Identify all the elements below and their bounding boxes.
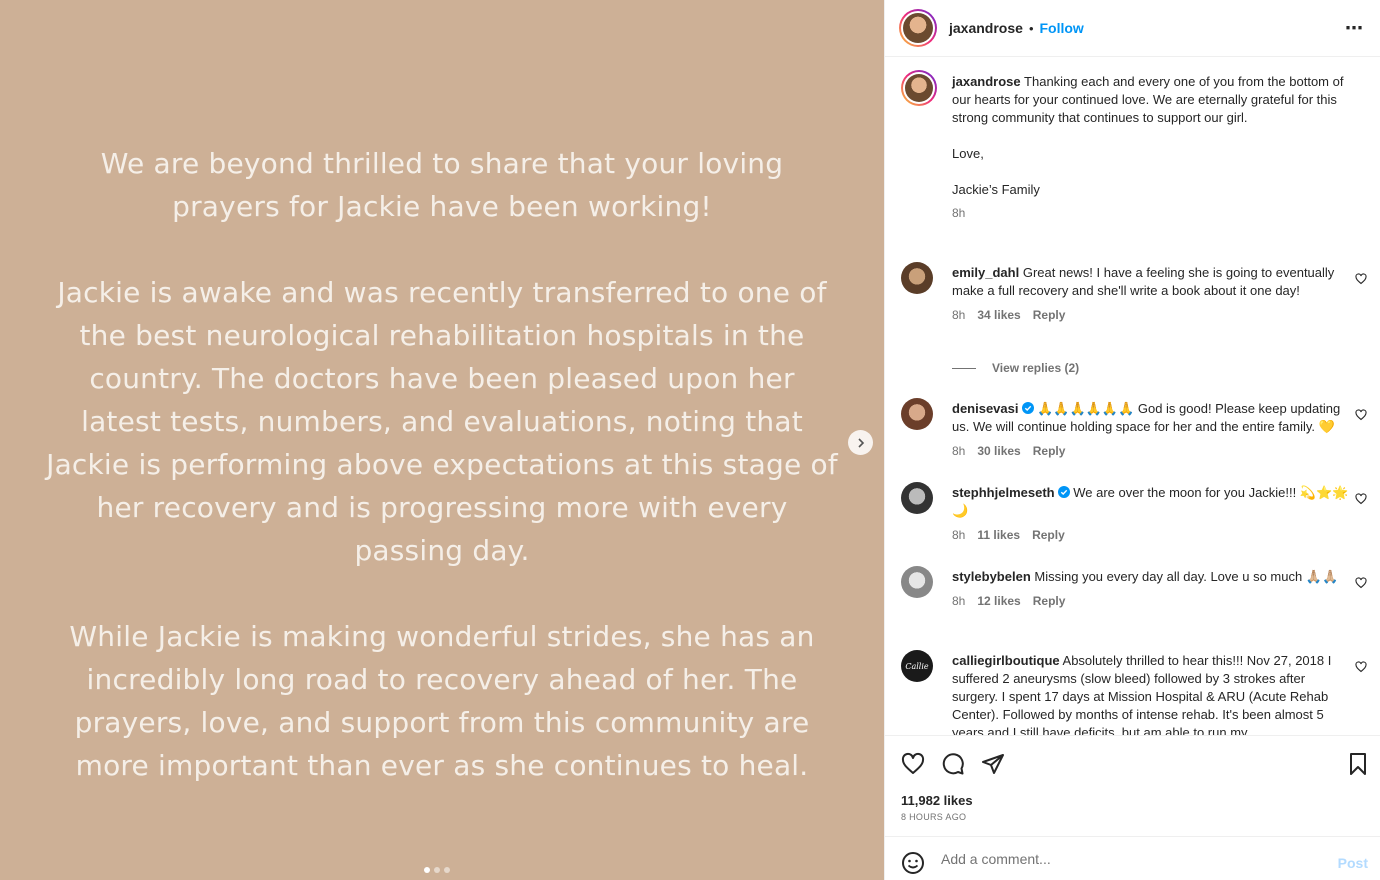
verified-badge-icon: [1057, 486, 1070, 498]
comment-bar: Post: [885, 836, 1380, 880]
image-text-line: Jackie is awake and was recently transfe…: [57, 276, 827, 309]
post-side-panel: jaxandrose • Follow ⋯ jaxandrose Thankin…: [884, 0, 1380, 880]
post-actions: 11,982 likes 8 HOURS AGO: [885, 735, 1380, 836]
bookmark-icon[interactable]: [1346, 752, 1370, 776]
comment-input[interactable]: [941, 849, 1321, 869]
likes-count[interactable]: 11,982 likes: [901, 793, 973, 808]
more-options-icon[interactable]: ⋯: [1345, 18, 1364, 39]
avatar[interactable]: [901, 262, 933, 294]
view-replies-label: View replies (2): [992, 361, 1080, 375]
image-text-line: prayers, love, and support from this com…: [74, 706, 810, 739]
carousel-dot: [444, 867, 450, 873]
like-comment-icon[interactable]: [1355, 661, 1367, 673]
avatar[interactable]: [901, 70, 937, 106]
image-text-line: country. The doctors have been pleased u…: [89, 362, 795, 395]
post-header: jaxandrose • Follow ⋯: [885, 0, 1380, 57]
post-image[interactable]: We are beyond thrilled to share that you…: [0, 0, 884, 880]
comment-username[interactable]: stephhjelmeseth: [952, 485, 1055, 500]
image-text-line: prayers for Jackie have been working!: [172, 190, 712, 223]
comment-time: 8h: [952, 444, 966, 458]
image-text-line: passing day.: [354, 534, 530, 567]
image-paragraph-2: Jackie is awake and was recently transfe…: [0, 271, 884, 572]
comment-username[interactable]: emily_dahl: [952, 265, 1019, 280]
image-paragraph-3: While Jackie is making wonderful strides…: [0, 615, 884, 787]
image-text-line: Jackie is performing above expectations …: [46, 448, 838, 481]
avatar[interactable]: [901, 482, 933, 514]
emoji-icon[interactable]: [901, 851, 925, 875]
comment-time: 8h: [952, 528, 966, 542]
header-username[interactable]: jaxandrose: [949, 20, 1023, 36]
post-comment-button[interactable]: Post: [1338, 855, 1368, 871]
image-text-line: latest tests, numbers, and evaluations, …: [81, 405, 803, 438]
image-text-line: While Jackie is making wonderful strides…: [69, 620, 815, 653]
reply-button[interactable]: Reply: [1033, 592, 1066, 610]
comments-list[interactable]: jaxandrose Thanking each and every one o…: [885, 57, 1380, 735]
separator: •: [1028, 20, 1034, 36]
carousel-dots: [424, 867, 450, 873]
like-comment-icon[interactable]: [1355, 273, 1367, 285]
comment-likes[interactable]: 11 likes: [977, 526, 1020, 544]
reply-button[interactable]: Reply: [1032, 526, 1065, 544]
image-text-line: the best neurological rehabilitation hos…: [79, 319, 805, 352]
comment-icon[interactable]: [941, 752, 965, 776]
like-comment-icon[interactable]: [1355, 493, 1367, 505]
share-icon[interactable]: [981, 752, 1005, 776]
avatar[interactable]: [901, 398, 933, 430]
avatar[interactable]: [899, 9, 937, 47]
comment-text: Missing you every day all day. Love u so…: [1034, 569, 1339, 584]
reply-button[interactable]: Reply: [1033, 442, 1066, 460]
image-text-line: We are beyond thrilled to share that you…: [100, 147, 784, 180]
view-replies-button[interactable]: View replies (2): [952, 361, 1079, 375]
carousel-dot: [434, 867, 440, 873]
caption-time: 8h: [952, 206, 966, 220]
avatar[interactable]: Callie: [901, 650, 933, 682]
image-text-line: more important than ever as she continue…: [75, 749, 809, 782]
caption-username[interactable]: jaxandrose: [952, 74, 1021, 89]
heart-icon[interactable]: [901, 752, 925, 776]
image-text-line: her recovery and is progressing more wit…: [96, 491, 788, 524]
post-timestamp: 8 HOURS AGO: [901, 812, 967, 822]
next-image-button[interactable]: [848, 430, 873, 455]
comment-likes[interactable]: 30 likes: [977, 442, 1020, 460]
caption-signoff: Love,: [952, 146, 984, 161]
comment-likes[interactable]: 34 likes: [977, 306, 1020, 324]
reply-button[interactable]: Reply: [1033, 306, 1066, 324]
comment-username[interactable]: calliegirlboutique: [952, 653, 1060, 668]
chevron-right-icon: [857, 437, 864, 448]
follow-button[interactable]: Follow: [1040, 20, 1084, 36]
comment-likes[interactable]: 12 likes: [977, 592, 1020, 610]
image-paragraph-1: We are beyond thrilled to share that you…: [0, 142, 884, 228]
like-comment-icon[interactable]: [1355, 577, 1367, 589]
like-comment-icon[interactable]: [1355, 409, 1367, 421]
comment-username[interactable]: denisevasi: [952, 401, 1019, 416]
verified-badge-icon: [1021, 402, 1034, 414]
carousel-dot: [424, 867, 430, 873]
image-text-line: incredibly long road to recovery ahead o…: [86, 663, 798, 696]
comment-time: 8h: [952, 594, 966, 608]
avatar[interactable]: [901, 566, 933, 598]
caption-signature: Jackie’s Family: [952, 182, 1040, 197]
comment-time: 8h: [952, 308, 966, 322]
comment-username[interactable]: stylebybelen: [952, 569, 1031, 584]
